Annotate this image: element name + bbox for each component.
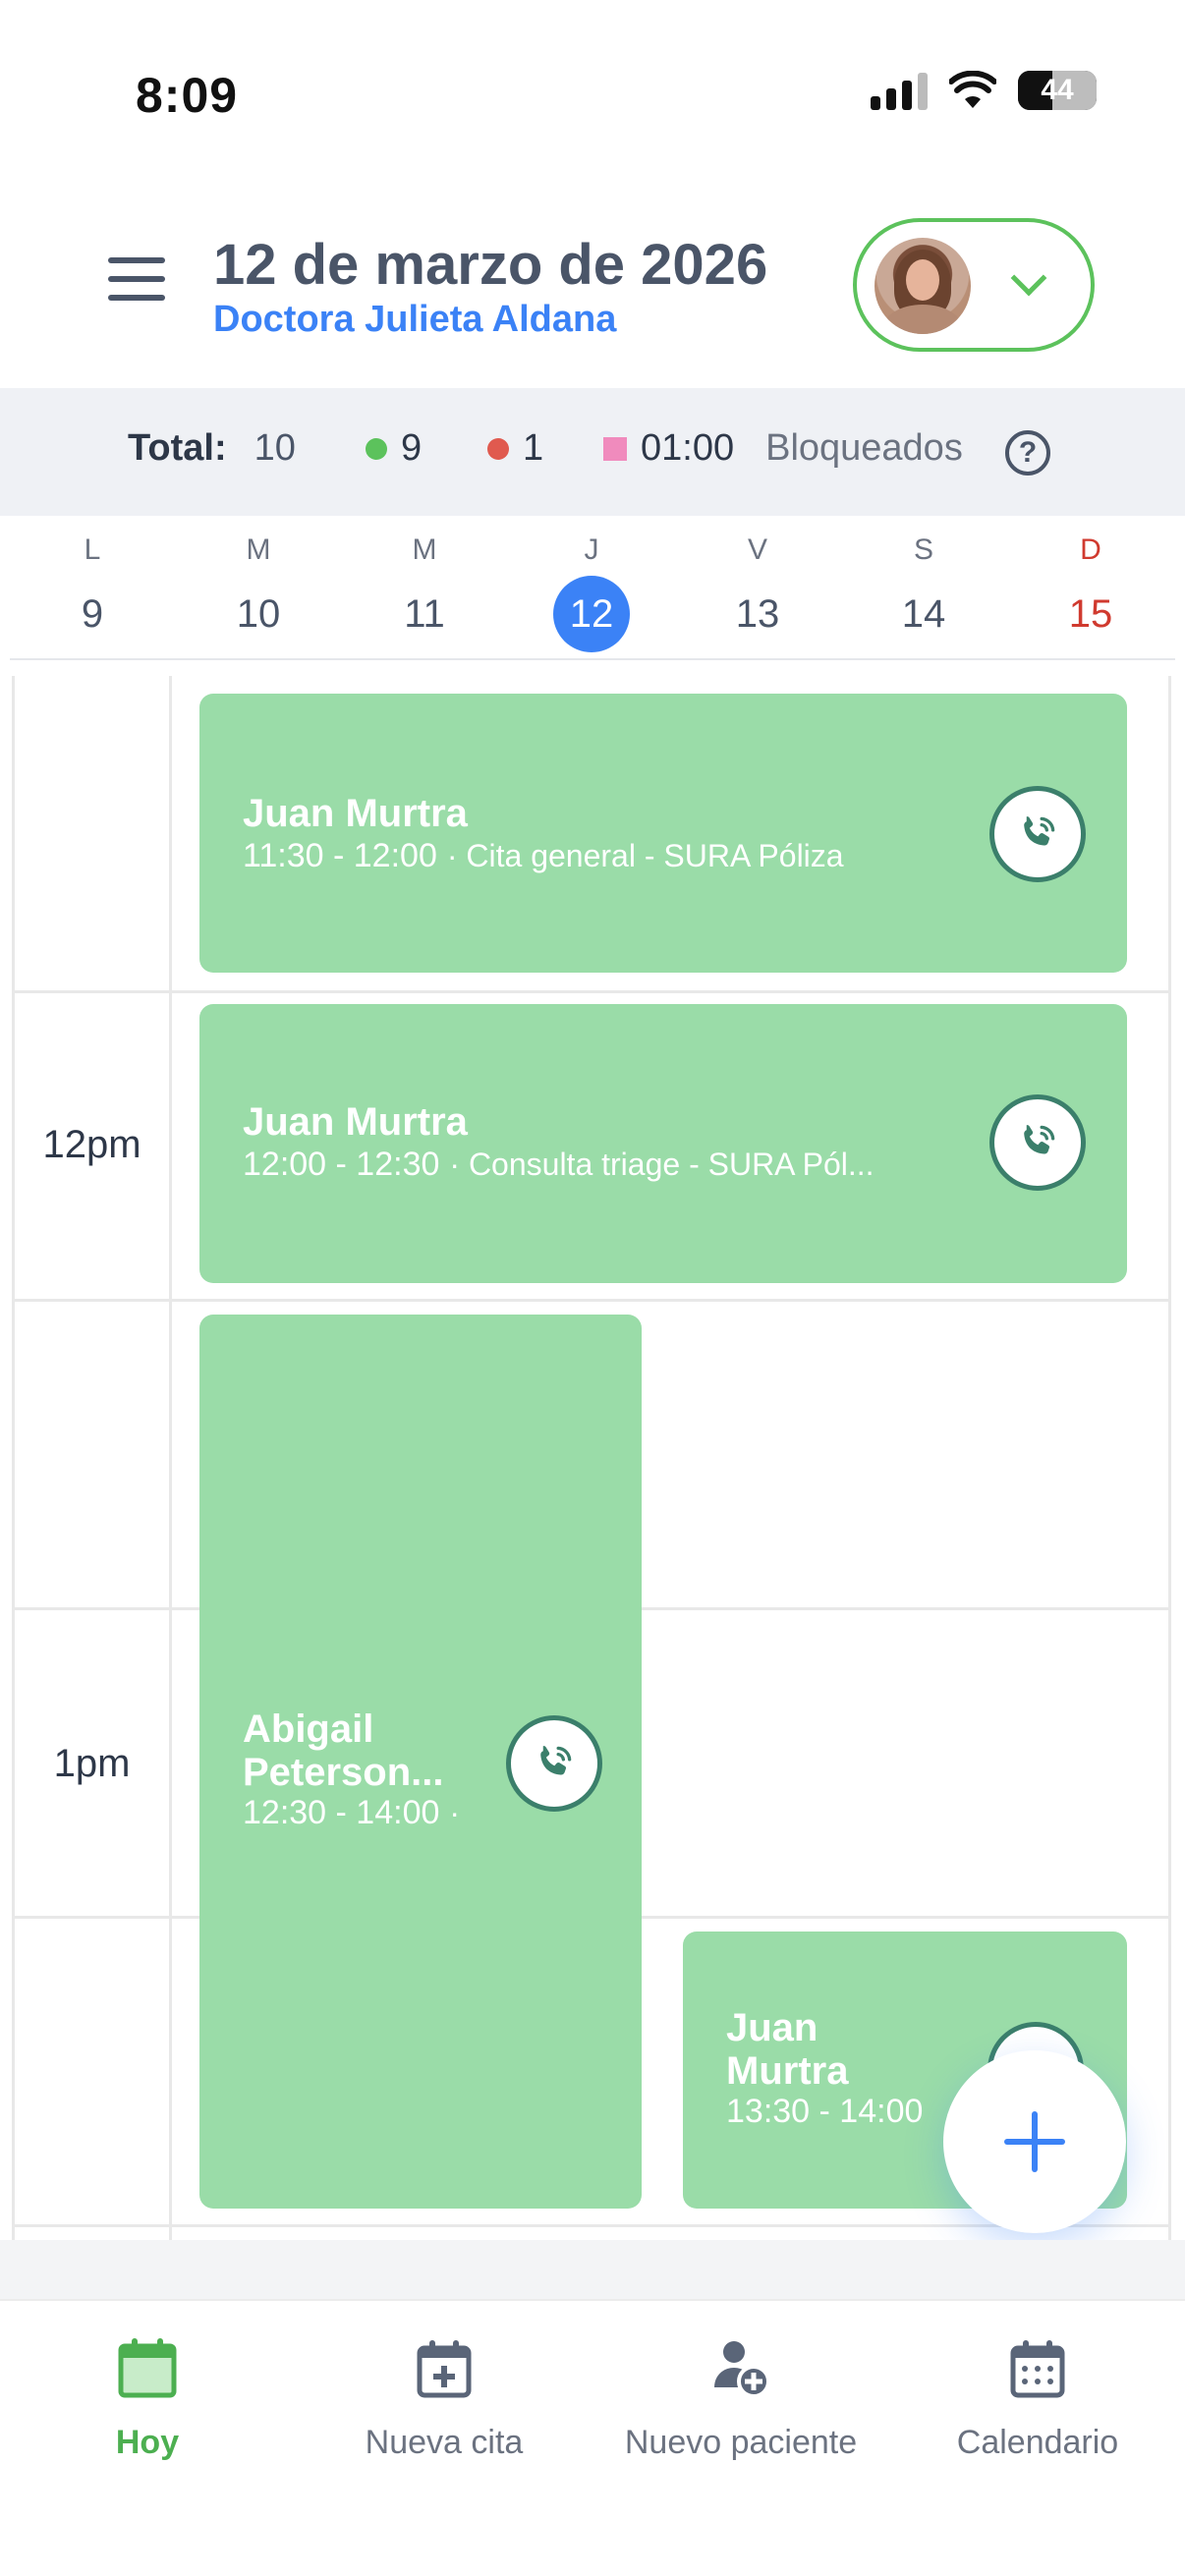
total-value: 10 <box>254 427 296 469</box>
patient-name: Juan Murtra <box>243 1100 468 1144</box>
confirmed-count: 9 <box>366 427 422 470</box>
time-label-1pm: 1pm <box>53 1742 131 1785</box>
pink-square-icon <box>603 436 627 461</box>
patient-name: Juan Murtra <box>243 792 468 835</box>
phone-call-icon[interactable] <box>506 1715 602 1812</box>
time-column-divider <box>169 676 172 2240</box>
calendar-today-icon <box>118 2338 177 2398</box>
phone-call-icon[interactable] <box>989 786 1086 882</box>
cellular-signal-icon <box>871 71 928 110</box>
appointment-card[interactable]: Juan Murtra 11:30 - 12:00 · Cita general … <box>199 694 1127 973</box>
add-appointment-button[interactable] <box>943 2050 1126 2233</box>
appointment-card[interactable]: Juan Murtra 12:00 - 12:30 · Consulta tria… <box>199 1004 1127 1283</box>
add-user-icon <box>714 2341 770 2398</box>
nav-item-new-patient[interactable]: Nuevo paciente <box>593 2336 888 2462</box>
hamburger-menu-icon[interactable] <box>108 257 165 301</box>
day-wednesday[interactable]: M 11 <box>366 531 483 652</box>
avatar <box>875 238 971 334</box>
appointment-description: · Consulta triage - SURA Pól... <box>449 1147 875 1182</box>
nav-label-calendar: Calendario <box>956 2424 1119 2461</box>
bottom-navigation: Hoy Nueva cita Nuevo paciente Calendario <box>0 2299 1185 2576</box>
nav-item-new-appointment[interactable]: Nueva cita <box>297 2336 592 2462</box>
appointment-detail: 12:00 - 12:30 · Consulta triage - SURA Pó… <box>243 1146 875 1184</box>
appointment-description: · <box>449 1795 461 1830</box>
appointment-time: 13:30 - 14:00 <box>726 2093 924 2130</box>
nav-item-calendar[interactable]: Calendario <box>890 2336 1185 2462</box>
appointment-description: · Cita general - SURA Póliza <box>446 838 844 873</box>
nav-label-new-appointment: Nueva cita <box>365 2424 524 2461</box>
row-divider <box>15 990 1168 993</box>
nav-item-today[interactable]: Hoy <box>0 2336 295 2462</box>
calendar-add-icon <box>417 2340 472 2398</box>
status-bar: 8:09 44 <box>0 0 1185 187</box>
chevron-down-icon <box>1010 259 1047 297</box>
status-icons: 44 <box>871 71 1097 110</box>
doctor-name: Doctora Julieta Aldana <box>213 299 617 340</box>
plus-icon <box>1004 2111 1065 2172</box>
red-dot-icon <box>487 437 509 460</box>
page-title: 12 de marzo de 2026 <box>213 233 768 297</box>
help-icon[interactable]: ? <box>1005 430 1050 476</box>
row-divider <box>15 2224 1168 2227</box>
appointment-detail: 11:30 - 12:00 · Cita general - SURA Póliz… <box>243 837 844 875</box>
week-strip: L 9 M 10 M 11 J 12 V 13 S 14 D 15 <box>10 531 1175 660</box>
wifi-icon <box>949 71 996 108</box>
patient-name: Juan Murtra <box>726 2006 849 2093</box>
battery-level: 44 <box>1041 74 1074 106</box>
day-thursday-selected[interactable]: J 12 <box>533 531 650 652</box>
header: 12 de marzo de 2026 Doctora Julieta Alda… <box>0 187 1185 388</box>
day-sunday[interactable]: D 15 <box>1032 531 1150 652</box>
blocked-time: 01:00 Bloqueados <box>603 427 963 470</box>
day-schedule[interactable]: 12pm 1pm Juan Murtra 11:30 - 12:00 · Cita… <box>12 676 1171 2240</box>
appointment-time: 11:30 - 12:00 <box>243 837 437 874</box>
battery-icon: 44 <box>1018 71 1097 110</box>
appointment-detail: 12:30 - 14:00 · <box>243 1794 460 1832</box>
nav-label-new-patient: Nuevo paciente <box>624 2424 858 2461</box>
day-monday[interactable]: L 9 <box>33 531 151 652</box>
green-dot-icon <box>366 437 387 460</box>
total-count: Total: 10 <box>128 427 296 470</box>
appointment-card[interactable]: Abigail Peterson... 12:30 - 14:00 · <box>199 1315 642 2209</box>
appointment-detail: 13:30 - 14:00 <box>726 2093 923 2131</box>
day-tuesday[interactable]: M 10 <box>199 531 317 652</box>
phone-call-icon[interactable] <box>989 1094 1086 1191</box>
appointment-time: 12:30 - 14:00 <box>243 1794 440 1831</box>
profile-switcher[interactable] <box>853 218 1095 352</box>
cancelled-count: 1 <box>487 427 543 470</box>
time-label-12pm: 12pm <box>42 1123 141 1166</box>
status-time: 8:09 <box>136 68 239 123</box>
calendar-icon <box>1010 2340 1065 2398</box>
blocked-label: Bloqueados <box>765 427 963 469</box>
day-saturday[interactable]: S 14 <box>865 531 983 652</box>
appointment-time: 12:00 - 12:30 <box>243 1146 440 1183</box>
row-divider <box>15 1299 1168 1302</box>
nav-label-today: Hoy <box>115 2424 180 2461</box>
schedule-footer-strip <box>0 2240 1185 2299</box>
total-label: Total: <box>128 427 227 469</box>
day-friday[interactable]: V 13 <box>699 531 817 652</box>
patient-name: Abigail Peterson... <box>243 1708 444 1794</box>
